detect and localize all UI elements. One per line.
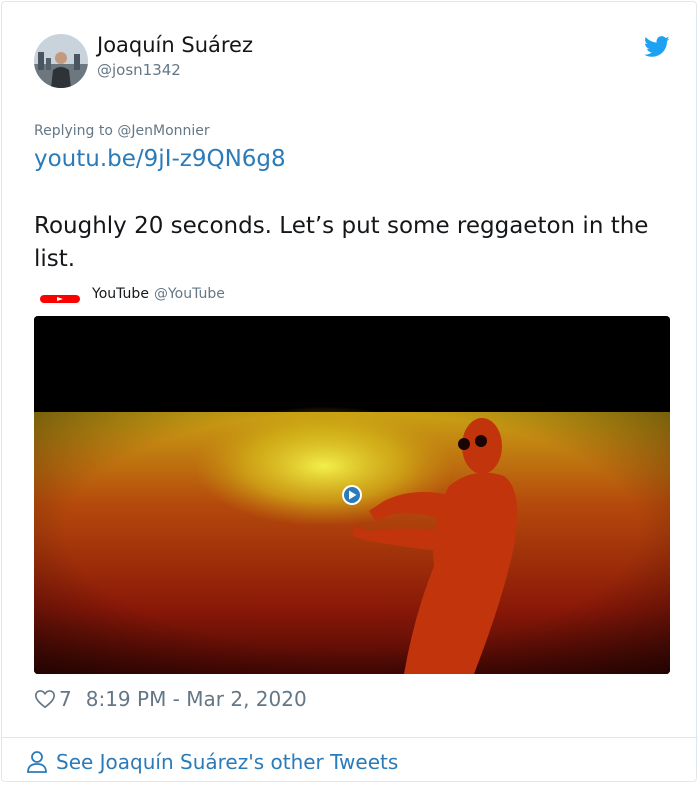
like-count[interactable]: 7 [59, 687, 72, 711]
play-icon[interactable] [342, 485, 362, 505]
divider [2, 737, 698, 738]
video-thumbnail[interactable] [34, 316, 670, 674]
replying-to[interactable]: Replying to @JenMonnier [34, 123, 210, 139]
youtube-logo-icon [40, 289, 80, 303]
embed-source-name[interactable]: YouTube [92, 286, 149, 302]
tweet-meta: 7 8:19 PM - Mar 2, 2020 [34, 685, 307, 713]
tweet-link[interactable]: youtu.be/9jI-z9QN6g8 [34, 146, 286, 172]
author-name[interactable]: Joaquín Suárez [97, 33, 253, 57]
see-other-tweets-link[interactable]: See Joaquín Suárez's other Tweets [26, 747, 398, 777]
avatar[interactable] [34, 34, 88, 88]
embed-source[interactable]: YouTube @YouTube [40, 284, 225, 304]
see-other-tweets-label[interactable]: See Joaquín Suárez's other Tweets [56, 750, 398, 774]
person-icon [26, 750, 48, 774]
author-handle[interactable]: @josn1342 [97, 61, 181, 79]
tweet-card: Joaquín Suárez @josn1342 Replying to @Je… [1, 1, 698, 782]
heart-icon[interactable] [34, 688, 56, 710]
timestamp[interactable]: 8:19 PM - Mar 2, 2020 [86, 687, 307, 711]
tweet-text: Roughly 20 seconds. Let’s put some regga… [34, 213, 649, 272]
embed-source-handle[interactable]: @YouTube [154, 286, 225, 302]
twitter-bird-icon[interactable] [644, 36, 670, 58]
